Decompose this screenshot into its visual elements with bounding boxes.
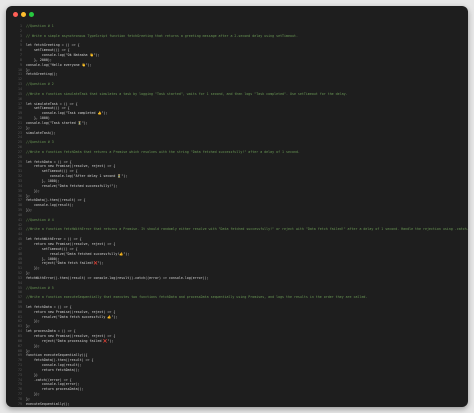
code-text: return fetchData(); bbox=[26, 367, 80, 372]
code-text: reject("Data fetch failed!❌"); bbox=[26, 261, 104, 266]
code-text: let fetchGreeting = () => { bbox=[26, 43, 80, 48]
code-text: return new Promise((resolve, reject) => … bbox=[26, 309, 116, 314]
code-text: }; bbox=[26, 271, 30, 276]
code-text: }; bbox=[26, 67, 30, 72]
code-text: //Question # 5 bbox=[26, 285, 54, 290]
code-text: //Write a function simulateTask that sim… bbox=[26, 91, 348, 96]
code-line: 43//Write a function fetchWithError that… bbox=[6, 227, 468, 232]
code-text: fetchWithError().then((result) => consol… bbox=[26, 275, 209, 280]
code-text: //Question # 3 bbox=[26, 140, 54, 145]
code-text: }; bbox=[26, 125, 30, 130]
line-number: 79 bbox=[18, 401, 22, 406]
minimize-window-button[interactable] bbox=[21, 12, 26, 17]
code-text: function executeSequentially(){ bbox=[26, 353, 88, 358]
code-text: }, 1000); bbox=[26, 256, 60, 261]
code-text: .catch((error) => { bbox=[26, 377, 72, 382]
code-text: }); bbox=[26, 392, 40, 397]
code-text: }; bbox=[26, 193, 30, 198]
code-text: // Write a simple asynchronous TypeScrip… bbox=[26, 33, 298, 38]
code-text: }) bbox=[26, 372, 38, 377]
code-text: }); bbox=[26, 343, 40, 348]
code-text: let fetchData = () => { bbox=[26, 304, 72, 309]
code-text: setTimeout(() => { bbox=[26, 169, 78, 174]
code-text: simulateTask(); bbox=[26, 130, 56, 135]
code-text: resolve("Data fetch successfully 👍"); bbox=[26, 314, 118, 319]
code-text: //Question # 4 bbox=[26, 217, 54, 222]
code-text: }); bbox=[26, 188, 40, 193]
code-text: }); bbox=[26, 266, 40, 271]
close-window-button[interactable] bbox=[13, 12, 18, 17]
code-text: return new Promise((resolve, reject) => … bbox=[26, 334, 116, 338]
code-text: console.log("Hello everyone 👋"); bbox=[26, 62, 92, 67]
code-text: }); bbox=[26, 208, 32, 213]
code-text: console.log("Task completed 👍"); bbox=[26, 111, 108, 116]
title-bar bbox=[6, 6, 468, 24]
code-text: }; bbox=[26, 348, 30, 353]
code-text: //Question # 2 bbox=[26, 82, 54, 87]
code-text: console.log("Task started ⏳"); bbox=[26, 120, 88, 125]
code-text: resolve("Data fetched successfully!"); bbox=[26, 183, 118, 188]
code-text: let fetchData = () => { bbox=[26, 159, 72, 164]
code-text: return new Promise((resolve, reject) => … bbox=[26, 241, 116, 246]
code-text: setTimeout(() => { bbox=[26, 106, 70, 111]
code-text: //Write a function executeSequentially t… bbox=[26, 295, 368, 300]
code-text: fetchData().then((result) => { bbox=[26, 198, 86, 203]
code-text: setTimeout(() => { bbox=[26, 48, 70, 53]
code-editor[interactable]: 1//Question # 1 2 3// Write a simple async… bbox=[6, 24, 468, 407]
code-text: executeSequentially(); bbox=[26, 401, 70, 406]
code-text: let simulateTask = () => { bbox=[26, 101, 78, 106]
code-text: //Write a function fetchData that return… bbox=[26, 149, 300, 154]
code-text: }, 1000); bbox=[26, 179, 60, 183]
code-text: console.log("Ok Natasha 👋"); bbox=[26, 53, 100, 58]
code-text: console.log("After delay 1 second ⏳"); bbox=[26, 174, 128, 179]
code-text: reject("Data processing failed ❌"); bbox=[26, 338, 114, 343]
code-text: return processData(); bbox=[26, 387, 84, 392]
code-text: let fetchWithError = () => { bbox=[26, 237, 82, 242]
code-text: fetchGreeting(); bbox=[26, 72, 58, 77]
code-text: }); bbox=[26, 319, 40, 324]
code-text: console.log(result); bbox=[26, 363, 82, 368]
code-text: }, 2000); bbox=[26, 57, 52, 62]
code-text: //Question # 1 bbox=[26, 24, 54, 28]
code-text: }; bbox=[26, 396, 30, 401]
code-line: 79 executeSequentially(); bbox=[6, 402, 468, 407]
code-text: resolve("Data fetched successfully!👍"); bbox=[26, 251, 130, 256]
code-text: console.log(result); bbox=[26, 203, 74, 208]
code-text: setTimeout(() => { bbox=[26, 246, 78, 251]
code-text: return new Promise((resolve, reject) => … bbox=[26, 164, 116, 169]
code-text: console.log(error); bbox=[26, 382, 80, 387]
code-text: let processData = () => { bbox=[26, 329, 76, 334]
code-window: 1//Question # 1 2 3// Write a simple async… bbox=[6, 6, 468, 407]
code-text: fetchData().then((result) => { bbox=[26, 358, 94, 363]
maximize-window-button[interactable] bbox=[29, 12, 34, 17]
code-text: //Write a function fetchWithError that r… bbox=[26, 227, 468, 232]
code-text: }, 1000) bbox=[26, 116, 50, 121]
code-text: }; bbox=[26, 324, 30, 329]
